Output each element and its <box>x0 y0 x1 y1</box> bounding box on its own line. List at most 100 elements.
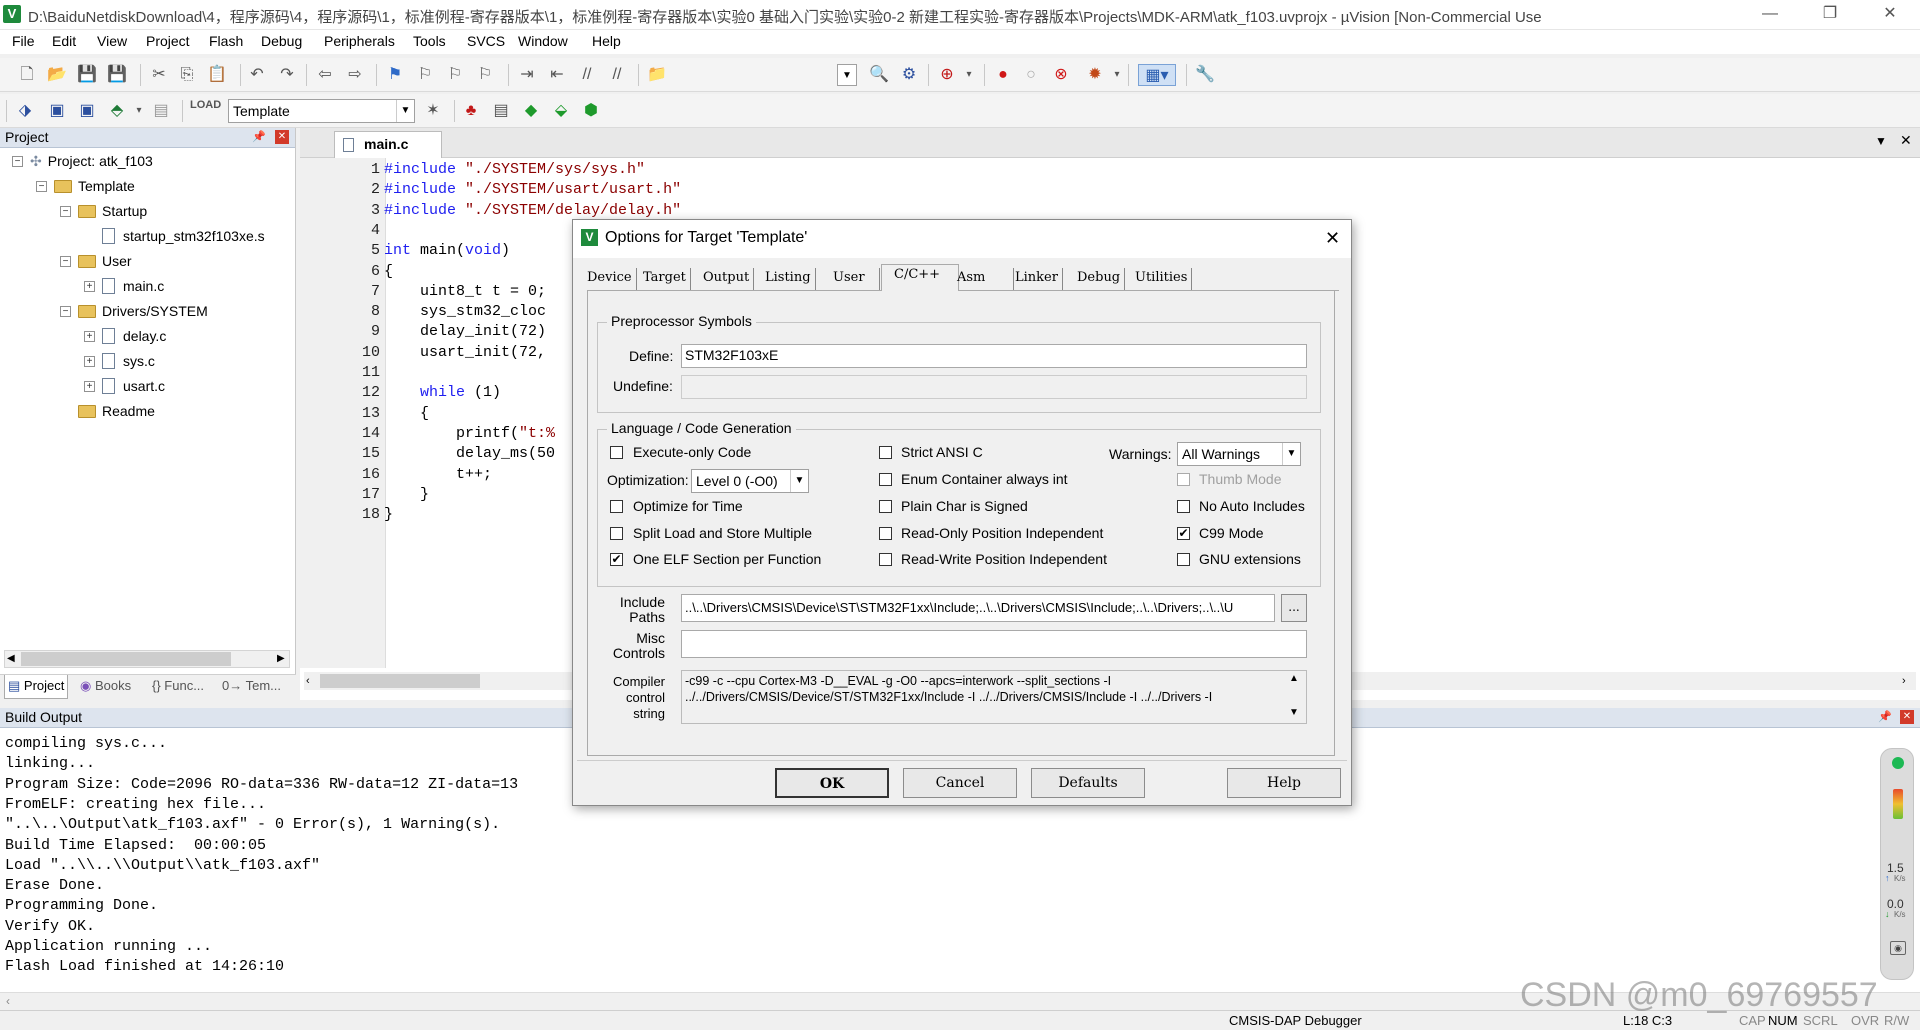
run-time-environment-icon[interactable]: ⬢ <box>580 100 602 122</box>
collapse-icon[interactable]: − <box>36 181 47 192</box>
menu-help[interactable]: Help <box>592 33 621 49</box>
optimize-time-checkbox[interactable] <box>610 500 623 513</box>
ok-button[interactable]: OK <box>775 768 889 798</box>
defaults-button[interactable]: Defaults <box>1031 768 1145 798</box>
stop-build-icon[interactable]: ▤ <box>150 100 172 122</box>
undo-icon[interactable]: ↶ <box>246 64 268 86</box>
copy-icon[interactable]: ⎘ <box>176 64 198 86</box>
debug-dropdown-icon[interactable]: ▾ <box>958 64 980 86</box>
configure-icon[interactable]: 🔧 <box>1194 64 1216 86</box>
save-all-icon[interactable]: 💾 <box>106 64 128 86</box>
c99-mode-checkbox[interactable]: ✔ <box>1177 527 1190 540</box>
scroll-right-icon[interactable]: › <box>1902 672 1906 690</box>
find-combo[interactable]: ▼ <box>837 64 857 86</box>
cut-icon[interactable]: ✂ <box>148 64 170 86</box>
tab-target[interactable]: Target <box>639 268 691 290</box>
ro-pi-checkbox[interactable] <box>879 527 892 540</box>
clear-breakpoints-icon[interactable]: ⊗ <box>1050 64 1072 86</box>
enum-container-checkbox[interactable] <box>879 473 892 486</box>
kill-breakpoints-icon[interactable]: ✹ <box>1084 64 1106 86</box>
bookmark-icon[interactable]: ⚑ <box>384 64 406 86</box>
no-auto-includes-checkbox[interactable] <box>1177 500 1190 513</box>
incremental-find-icon[interactable]: ⚙ <box>898 64 920 86</box>
minimize-button[interactable]: — <box>1740 0 1800 30</box>
scroll-down-icon[interactable]: ▼ <box>1289 707 1299 718</box>
menu-peripherals[interactable]: Peripherals <box>324 33 395 49</box>
collapse-icon[interactable]: − <box>12 156 23 167</box>
clear-bookmarks-icon[interactable]: ⚐ <box>474 64 496 86</box>
define-field[interactable]: STM32F103xE <box>681 344 1307 368</box>
tab-utilities[interactable]: Utilities <box>1131 268 1193 290</box>
disable-breakpoint-icon[interactable]: ○ <box>1020 64 1042 86</box>
split-load-checkbox[interactable] <box>610 527 623 540</box>
tab-listing[interactable]: Listing <box>761 268 816 290</box>
warnings-select[interactable]: All Warnings ▼ <box>1177 442 1301 466</box>
rw-pi-checkbox[interactable] <box>879 553 892 566</box>
close-panel-icon[interactable]: ✕ <box>275 130 289 144</box>
find-in-files-icon[interactable]: 📁 <box>646 64 668 86</box>
scroll-left-icon[interactable]: ‹ <box>6 994 10 1008</box>
unindent-icon[interactable]: ⇤ <box>546 64 568 86</box>
menu-tools[interactable]: Tools <box>413 33 446 49</box>
cancel-button[interactable]: Cancel <box>903 768 1017 798</box>
camera-icon[interactable]: ◉ <box>1890 941 1906 955</box>
batch-build-icon[interactable]: ⬘ <box>106 100 128 122</box>
menu-project[interactable]: Project <box>146 33 190 49</box>
open-file-icon[interactable]: 📂 <box>46 64 68 86</box>
file-extensions-icon[interactable]: ▤ <box>490 100 512 122</box>
strict-ansi-checkbox[interactable] <box>879 446 892 459</box>
misc-controls-field[interactable] <box>681 630 1307 658</box>
menu-view[interactable]: View <box>97 33 127 49</box>
breakpoint-icon[interactable]: ● <box>992 64 1014 86</box>
tab-list-dropdown-icon[interactable]: ▼ <box>1875 134 1887 148</box>
comment-icon[interactable]: // <box>576 64 598 86</box>
include-browse-button[interactable]: ... <box>1281 594 1307 622</box>
menu-debug[interactable]: Debug <box>261 33 302 49</box>
restore-button[interactable]: ❐ <box>1800 0 1860 30</box>
close-window-button[interactable]: ✕ <box>1860 0 1920 30</box>
dialog-close-icon[interactable]: ✕ <box>1325 228 1340 249</box>
close-editor-icon[interactable]: ✕ <box>1900 132 1912 149</box>
collapse-icon[interactable]: − <box>60 206 71 217</box>
one-elf-checkbox[interactable]: ✔ <box>610 553 623 566</box>
plain-char-checkbox[interactable] <box>879 500 892 513</box>
paste-icon[interactable]: 📋 <box>206 64 228 86</box>
menu-edit[interactable]: Edit <box>52 33 76 49</box>
collapse-icon[interactable]: − <box>60 306 71 317</box>
select-software-packs-icon[interactable]: ⬙ <box>550 100 572 122</box>
tab-device[interactable]: Device <box>583 268 637 290</box>
uncomment-icon[interactable]: // <box>606 64 628 86</box>
tab-project[interactable]: ▤ Project <box>4 675 69 699</box>
scroll-right-icon[interactable]: ▶ <box>277 651 285 667</box>
breakpoint-dropdown-icon[interactable]: ▾ <box>1106 64 1128 86</box>
execute-only-checkbox[interactable] <box>610 446 623 459</box>
gnu-ext-checkbox[interactable] <box>1177 553 1190 566</box>
tab-output[interactable]: Output <box>699 268 755 290</box>
pack-installer-icon[interactable]: ◆ <box>520 100 542 122</box>
scroll-left-icon[interactable]: ‹ <box>306 672 310 690</box>
nav-back-icon[interactable]: ⇦ <box>314 64 336 86</box>
manage-components-icon[interactable]: ♣ <box>460 100 482 122</box>
scroll-thumb[interactable] <box>21 652 231 666</box>
tab-user[interactable]: User <box>829 268 880 290</box>
rebuild-icon[interactable]: ▣ <box>76 100 98 122</box>
tab-debug[interactable]: Debug <box>1073 268 1126 290</box>
save-icon[interactable]: 💾 <box>76 64 98 86</box>
compiler-string-scrollbar[interactable]: ▲ ▼ <box>1287 671 1303 723</box>
expand-icon[interactable]: + <box>84 331 95 342</box>
target-select[interactable]: Template ▼ <box>228 99 415 123</box>
menu-svcs[interactable]: SVCS <box>467 33 505 49</box>
nav-forward-icon[interactable]: ⇨ <box>344 64 366 86</box>
tab-templates[interactable]: 0→ Tem... <box>222 675 281 699</box>
redo-icon[interactable]: ↷ <box>276 64 298 86</box>
menu-file[interactable]: File <box>12 33 35 49</box>
pin-icon[interactable]: 📌 <box>1878 708 1892 727</box>
download-icon[interactable]: LOAD <box>190 100 221 122</box>
scroll-thumb[interactable] <box>320 674 480 688</box>
pin-icon[interactable]: 📌 <box>252 128 266 147</box>
include-paths-field[interactable]: ..\..\Drivers\CMSIS\Device\ST\STM32F1xx\… <box>681 594 1275 622</box>
build-icon[interactable]: ▣ <box>46 100 68 122</box>
expand-icon[interactable]: + <box>84 281 95 292</box>
new-file-icon[interactable]: 🗋 <box>16 64 38 86</box>
collapse-icon[interactable]: − <box>60 256 71 267</box>
